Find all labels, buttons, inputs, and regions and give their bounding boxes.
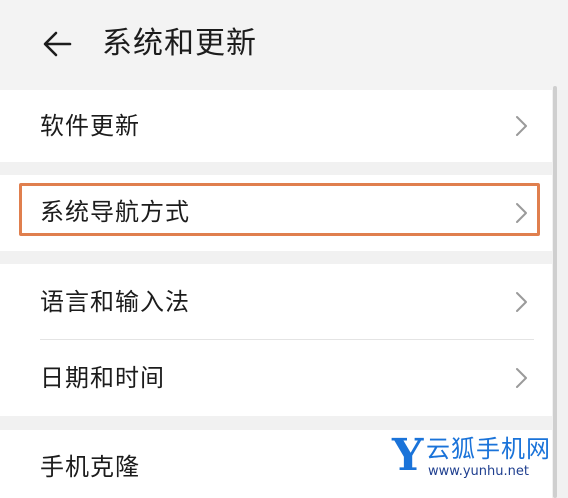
settings-item-label: 语言和输入法: [40, 288, 190, 316]
settings-item-language-input[interactable]: 语言和输入法: [0, 264, 552, 339]
settings-item-label: 软件更新: [40, 112, 140, 140]
settings-item-label: 手机克隆: [40, 453, 140, 481]
title-bar: 系统和更新: [0, 0, 568, 90]
watermark-logo: Y 云狐手机网 www.yunhu.net: [392, 430, 562, 490]
page-title: 系统和更新: [102, 26, 257, 61]
chevron-right-icon: [516, 292, 527, 312]
settings-item-software-update[interactable]: 软件更新: [0, 90, 552, 162]
settings-card-language-date: 语言和输入法 日期和时间: [0, 264, 552, 416]
settings-item-label: 日期和时间: [40, 364, 165, 392]
watermark-name: 云狐手机网: [426, 435, 551, 463]
watermark-logo-letter: Y: [392, 430, 424, 481]
arrow-left-icon[interactable]: [40, 26, 76, 62]
settings-card-software-update: 软件更新: [0, 90, 552, 162]
chevron-right-icon: [516, 368, 527, 388]
watermark-url: www.yunhu.net: [428, 464, 529, 479]
chevron-right-icon: [516, 116, 527, 136]
settings-item-date-time[interactable]: 日期和时间: [0, 340, 552, 416]
highlight-box: [19, 183, 540, 236]
